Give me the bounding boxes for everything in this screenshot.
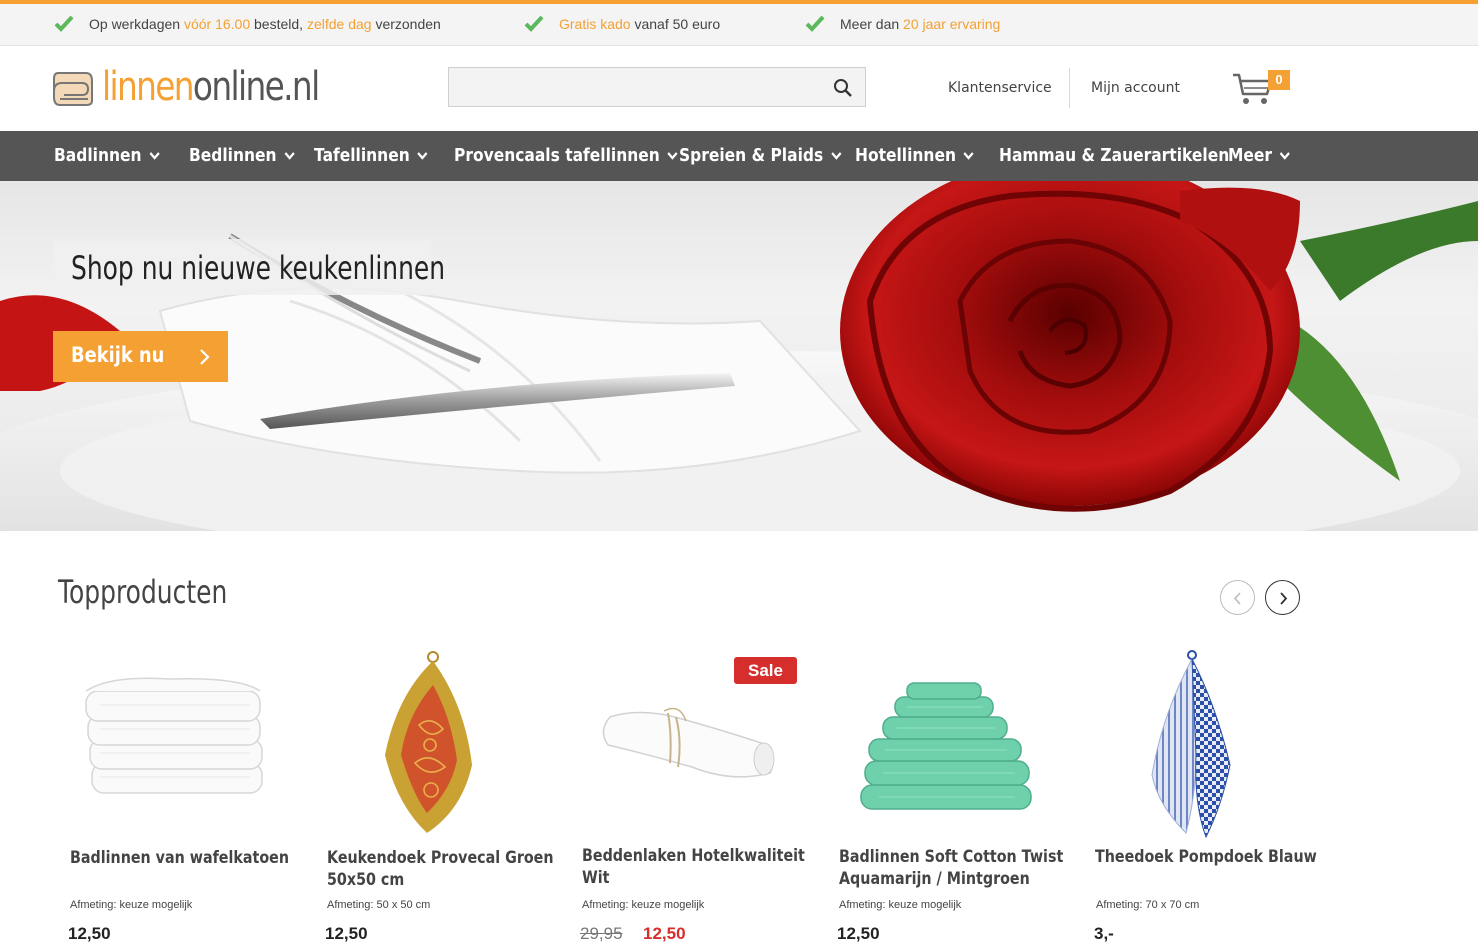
product-price: 12,50: [325, 924, 368, 943]
search-input[interactable]: [449, 68, 819, 106]
site-header: linnenonline.nl Klantenservice Mijn acco…: [0, 46, 1478, 131]
nav-item-bedlinnen[interactable]: Bedlinnen: [189, 131, 295, 181]
nav-label: Bedlinnen: [189, 145, 277, 166]
search-icon[interactable]: [833, 78, 853, 98]
nav-item-meer[interactable]: Meer: [1228, 131, 1291, 181]
usp-text: besteld,: [250, 16, 307, 32]
check-icon: [54, 15, 74, 32]
chevron-down-icon: [149, 152, 160, 160]
nav-label: Spreien & Plaids: [679, 145, 824, 166]
bekijk-nu-button[interactable]: Bekijk nu: [53, 331, 228, 382]
my-account-link[interactable]: Mijn account: [1091, 80, 1180, 96]
main-nav: Badlinnen Bedlinnen Tafellinnen Provenca…: [0, 131, 1478, 181]
nav-item-tafellinnen[interactable]: Tafellinnen: [314, 131, 428, 181]
product-price: 12,50: [837, 924, 880, 943]
product-attribute: Afmeting: keuze mogelijk: [839, 899, 962, 911]
usp-highlight: 20 jaar ervaring: [903, 16, 1001, 32]
cart-count-badge: 0: [1268, 70, 1290, 90]
chevron-down-icon: [1279, 152, 1291, 160]
nav-label: Provencaals tafellinnen: [454, 145, 660, 166]
product-image-mint-towels: [860, 682, 1032, 810]
chevron-down-icon: [667, 152, 678, 160]
chevron-down-icon: [831, 152, 842, 160]
hero-button-label: Bekijk nu: [71, 343, 165, 367]
chevron-down-icon: [417, 152, 428, 160]
nav-item-hammam[interactable]: Hammau & Zauerartikelen: [999, 131, 1229, 181]
product-old-price: 29,95: [580, 924, 623, 943]
product-attribute: Afmeting: keuze mogelijk: [70, 899, 193, 911]
usp-text: verzonden: [371, 16, 441, 32]
chevron-right-icon: [1280, 592, 1288, 605]
customer-service-link[interactable]: Klantenservice: [948, 80, 1052, 96]
product-attribute: Afmeting: 70 x 70 cm: [1096, 899, 1200, 911]
usp-experience: Meer dan 20 jaar ervaring: [805, 15, 1001, 32]
product-image-rolled-sheet: [602, 707, 775, 778]
usp-highlight: zelfde dag: [306, 16, 372, 32]
chevron-down-icon: [963, 152, 974, 160]
product-name: Keukendoek Provecal Groen 50x50 cm: [327, 848, 554, 890]
product-name: Badlinnen Soft Cotton Twist Aquamarijn /…: [839, 847, 1064, 889]
nav-label: Hammau & Zauerartikelen: [999, 145, 1230, 166]
towel-logo-icon: [53, 72, 93, 106]
nav-label: Tafellinnen: [314, 145, 410, 166]
product-card[interactable]: Theedoek Pompdoek Blauw Afmeting: 70 x 7…: [1094, 645, 1336, 949]
product-attribute: Afmeting: keuze mogelijk: [582, 899, 705, 911]
product-name: Beddenlaken Hotelkwaliteit Wit: [582, 846, 805, 888]
chevron-right-icon: [200, 349, 210, 365]
product-image-waffle-towels: [85, 677, 263, 794]
product-card[interactable]: Keukendoek Provecal Groen 50x50 cm Afmet…: [325, 645, 567, 949]
nav-item-spreien-plaids[interactable]: Spreien & Plaids: [679, 131, 842, 181]
hero-banner: Shop nu nieuwe keukenlinnen Bekijk nu: [0, 181, 1478, 531]
product-image-blue-tea-towel: [1151, 650, 1231, 839]
carousel-prev-button[interactable]: [1220, 580, 1255, 615]
product-card[interactable]: Badlinnen van wafelkatoen Afmeting: keuz…: [68, 645, 310, 949]
product-attribute: Afmeting: 50 x 50 cm: [327, 899, 431, 911]
nav-label: Hotellinnen: [855, 145, 956, 166]
usp-bar: Op werkdagen vóór 16.00 besteld, zelfde …: [0, 0, 1478, 46]
nav-item-badlinnen[interactable]: Badlinnen: [54, 131, 160, 181]
nav-label: Badlinnen: [54, 145, 142, 166]
hero-title: Shop nu nieuwe keukenlinnen: [71, 249, 446, 287]
nav-item-hotellinnen[interactable]: Hotellinnen: [855, 131, 974, 181]
usp-free-gift: Gratis kado vanaf 50 euro: [524, 15, 721, 32]
product-sale-price: 12,50: [643, 924, 686, 943]
usp-text: vanaf 50 euro: [630, 16, 721, 32]
check-icon: [524, 15, 544, 32]
cart-button[interactable]: 0: [1232, 70, 1292, 110]
usp-highlight: Gratis kado: [559, 16, 631, 32]
usp-highlight: vóór 16.00: [183, 16, 251, 32]
usp-same-day: Op werkdagen vóór 16.00 besteld, zelfde …: [54, 15, 441, 32]
product-name: Theedoek Pompdoek Blauw: [1095, 847, 1317, 867]
chevron-left-icon: [1233, 592, 1241, 605]
nav-label: Meer: [1228, 145, 1273, 166]
product-name: Badlinnen van wafelkatoen: [70, 848, 290, 868]
header-divider: [1069, 68, 1070, 108]
logo-part-2: online.nl: [192, 64, 320, 110]
product-card[interactable]: Badlinnen Soft Cotton Twist Aquamarijn /…: [837, 645, 1079, 949]
product-price: 12,50: [68, 924, 111, 943]
logo-part-1: linnen: [102, 64, 195, 110]
nav-item-provencaals[interactable]: Provencaals tafellinnen: [454, 131, 678, 181]
product-image-provencal-towel: [385, 651, 472, 833]
section-title-topproducten: Topproducten: [58, 573, 228, 611]
carousel-next-button[interactable]: [1265, 580, 1300, 615]
chevron-down-icon: [284, 152, 295, 160]
product-price: 3,-: [1094, 924, 1114, 943]
hero-title-box: Shop nu nieuwe keukenlinnen: [53, 239, 445, 295]
search-box: [448, 67, 866, 107]
logo-text: linnenonline.nl: [102, 64, 320, 110]
usp-text: Op werkdagen: [89, 16, 184, 32]
check-icon: [805, 15, 825, 32]
product-card[interactable]: Beddenlaken Hotelkwaliteit Wit Afmeting:…: [580, 645, 822, 949]
usp-text: Meer dan: [840, 16, 904, 32]
